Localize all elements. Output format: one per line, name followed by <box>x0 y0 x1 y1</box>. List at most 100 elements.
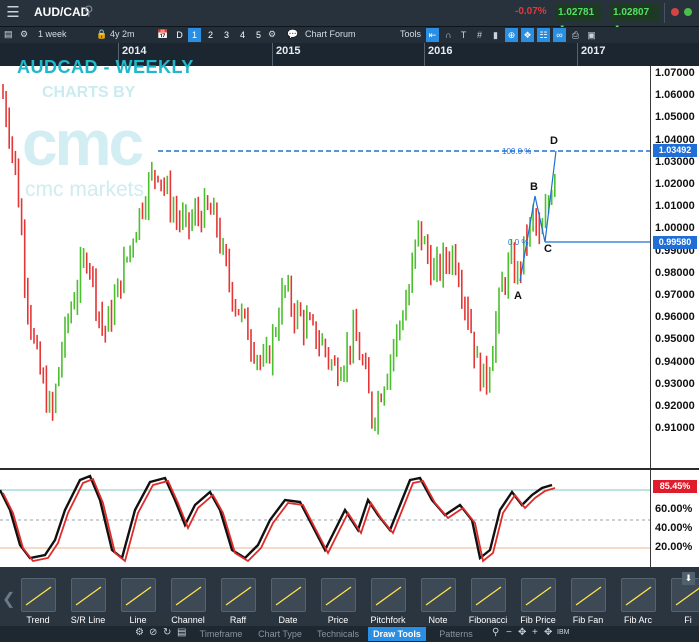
price-tool-icon <box>321 578 356 612</box>
draw-tools-bar: ❮ Trend S/R Line Line Channel Raff Date Price P… <box>0 567 699 626</box>
tab-technicals[interactable]: Technicals <box>310 627 366 641</box>
text-tool-icon[interactable]: T <box>457 28 470 42</box>
search-icon[interactable]: ⚲ <box>84 3 94 19</box>
period-5-button[interactable]: 5 <box>252 28 265 42</box>
period-1-button[interactable]: 1 <box>188 28 201 42</box>
tab-chart-type[interactable]: Chart Type <box>252 627 308 641</box>
crosshair-icon[interactable]: ⊕ <box>505 28 518 42</box>
channel-tool-icon <box>171 578 206 612</box>
tools-label: Tools <box>400 29 422 39</box>
fibonacci-tool-icon <box>471 578 506 612</box>
tool-date-button[interactable]: Date <box>263 567 313 626</box>
grid-icon[interactable]: # <box>473 28 486 42</box>
chart-title: AUDCAD - WEEKLY <box>17 57 194 77</box>
tool-line-button[interactable]: Line <box>113 567 163 626</box>
refresh-icon[interactable]: ↻ <box>163 627 171 638</box>
tab-patterns[interactable]: Patterns <box>428 627 484 641</box>
price-label: 1.05000 <box>655 111 695 124</box>
tool-label: Trend <box>26 615 50 625</box>
year-label: 2014 <box>122 45 147 57</box>
tool-note-button[interactable]: Note <box>413 567 463 626</box>
chat-icon[interactable]: 💬 <box>287 29 298 40</box>
fib-low-label: 0.0 % <box>508 238 529 247</box>
buy-indicator-icon[interactable] <box>684 8 692 16</box>
tool-trend-button[interactable]: Trend <box>13 567 63 626</box>
fullscreen-icon[interactable]: ▣ <box>585 28 598 42</box>
zoom-out-icon[interactable]: − <box>506 627 512 638</box>
hamburger-menu-icon[interactable]: ☰ <box>4 4 22 22</box>
tool-channel-button[interactable]: Channel <box>163 567 213 626</box>
pin-icon[interactable]: ❖ <box>521 28 534 42</box>
date-tool-icon <box>271 578 306 612</box>
tool-fibonacci-button[interactable]: Fibonacci <box>463 567 513 626</box>
link-icon[interactable]: ∞ <box>553 28 566 42</box>
draw-line-tool-icon[interactable]: ⇤ <box>426 28 439 42</box>
price-label: 0.92000 <box>655 400 695 412</box>
bid-price-button[interactable]: 1.02781 ⬇ <box>555 4 602 36</box>
range-select[interactable]: 4y 2m <box>110 29 135 39</box>
price-label: 0.93000 <box>655 377 695 390</box>
tool-label: Fi <box>684 615 692 625</box>
sell-indicator-icon[interactable] <box>671 8 679 16</box>
tool-label: Pitchfork <box>370 615 406 625</box>
price-label: 1.07000 <box>655 67 695 79</box>
tool-price-button[interactable]: Price <box>313 567 363 626</box>
tab-draw-tools[interactable]: Draw Tools <box>368 627 426 641</box>
ask-price: 1.02807 <box>613 7 650 18</box>
collapse-icon[interactable]: ⬇ <box>682 572 695 585</box>
zoom-in-icon[interactable]: + <box>532 627 538 638</box>
price-label: 0.96000 <box>655 311 695 324</box>
tool-fib-arc-button[interactable]: Fib Arc <box>613 567 663 626</box>
pitchfork-tool-icon <box>371 578 406 612</box>
period-3-button[interactable]: 3 <box>220 28 233 42</box>
lock-icon[interactable]: 🔒 <box>96 29 107 40</box>
year-label: 2017 <box>581 45 606 57</box>
year-divider <box>272 43 273 66</box>
note-tool-icon <box>421 578 456 612</box>
chart-icon[interactable]: ▤ <box>177 627 186 638</box>
price-change: -0.07% <box>515 6 547 17</box>
settings-gear-icon[interactable]: ⚙ <box>268 29 276 40</box>
tool-fib-fan-button[interactable]: Fib Fan <box>563 567 613 626</box>
price-chart[interactable]: AUDCAD - WEEKLY CHARTS BY cmc cmc market… <box>0 57 650 468</box>
ibm-icon[interactable]: IBM <box>557 629 569 636</box>
tool-pitchfork-button[interactable]: Pitchfork <box>363 567 413 626</box>
tool-label: Price <box>327 615 349 625</box>
period-d-button[interactable]: D <box>173 28 186 42</box>
pan-icon[interactable]: ✥ <box>544 627 552 638</box>
settings-gear-icon[interactable]: ⚙ <box>135 627 144 638</box>
calendar-icon[interactable]: 📅 <box>157 29 168 40</box>
settings-gear-icon[interactable]: ⚙ <box>20 29 28 40</box>
zoom-icon[interactable]: ⚲ <box>492 627 499 638</box>
stochastic-plot <box>0 474 650 563</box>
tool-label: Date <box>278 615 298 625</box>
price-label: 1.01000 <box>655 200 695 213</box>
tool-raff-button[interactable]: Raff <box>213 567 263 626</box>
period-2-button[interactable]: 2 <box>204 28 217 42</box>
interval-select[interactable]: 1 week <box>38 29 67 39</box>
stochastic-panel[interactable] <box>0 470 650 567</box>
wave-point-c: C <box>544 243 552 255</box>
bottom-tabs: ⚙ ⊘ ↻ ▤ Timeframe Chart Type Technicals … <box>0 626 699 642</box>
wave-point-b: B <box>530 181 538 193</box>
cancel-icon[interactable]: ⊘ <box>149 627 157 638</box>
price-label: 0.98000 <box>655 266 695 279</box>
price-axis[interactable]: 1.07000 1.06000 1.05000 1.04000 1.03000 1.020… <box>650 66 699 468</box>
move-icon[interactable]: ✥ <box>518 627 526 638</box>
tab-timeframe[interactable]: Timeframe <box>192 627 250 641</box>
level-label: 40.00% <box>655 522 693 534</box>
tool-fib-price-button[interactable]: Fib Price <box>513 567 563 626</box>
layers-icon[interactable]: ☷ <box>537 28 550 42</box>
watermark-subtitle: cmc markets <box>25 178 145 201</box>
bar-chart-icon[interactable]: ▮ <box>489 28 502 42</box>
magnet-icon[interactable]: ∩ <box>442 28 455 42</box>
tool-s-r-line-button[interactable]: S/R Line <box>63 567 113 626</box>
chart-forum-link[interactable]: Chart Forum <box>305 29 356 39</box>
ask-price-button[interactable]: 1.02807 ⬇ <box>610 4 659 36</box>
print-icon[interactable]: ⎙ <box>569 28 582 42</box>
line-tool-icon <box>121 578 156 612</box>
layout-icon[interactable]: ▤ <box>4 29 13 40</box>
instrument-symbol[interactable]: AUD/CAD <box>34 5 89 19</box>
tool-label: Raff <box>229 615 247 625</box>
period-4-button[interactable]: 4 <box>236 28 249 42</box>
